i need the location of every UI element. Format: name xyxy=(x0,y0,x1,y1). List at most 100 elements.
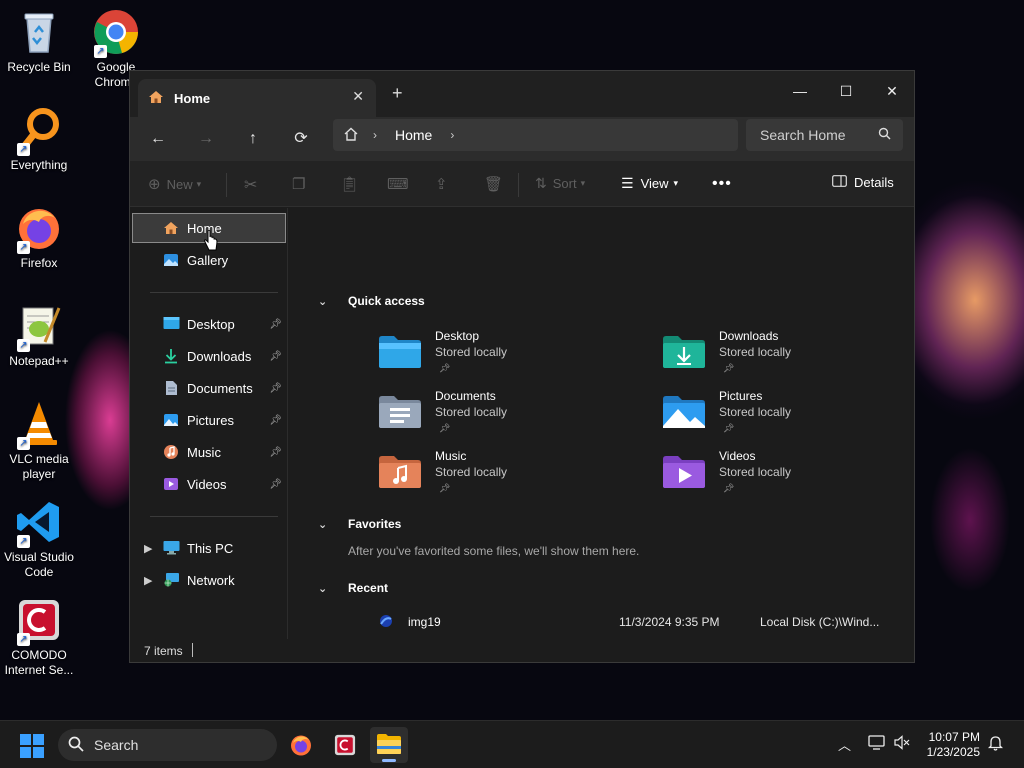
clock-time: 10:07 PM xyxy=(928,730,980,744)
desktop-icon-everything[interactable]: ↗ Everything xyxy=(0,106,78,173)
chevron-up-icon[interactable]: ︿ xyxy=(838,735,851,754)
comodo-icon xyxy=(334,734,356,756)
network-icon xyxy=(163,572,181,588)
view-button[interactable]: ☰ View ▾ xyxy=(621,175,678,192)
taskbar: Search ︿ 10:07 PM 1/23/2025 xyxy=(0,720,1024,768)
chevron-down-icon[interactable]: ⌄ xyxy=(318,582,327,595)
notepadpp-icon: ↗ xyxy=(15,302,63,352)
pin-icon[interactable]: 📌︎ xyxy=(269,351,282,362)
sidebar-item-videos[interactable]: Videos 📌︎ xyxy=(132,469,286,499)
close-tab-icon[interactable]: ✕ xyxy=(352,88,364,105)
desktop-icon-label: Recycle Bin xyxy=(7,60,71,74)
sidebar-item-network[interactable]: ▶ Network xyxy=(132,565,286,595)
desktop-icon-label: VLC media player xyxy=(9,452,69,481)
quick-access-pictures[interactable]: Pictures Stored locally 📌︎ xyxy=(662,389,922,445)
desktop-icon-vlc[interactable]: ↗ VLC media player xyxy=(0,400,78,482)
chevron-down-icon[interactable]: ⌄ xyxy=(318,518,327,531)
forward-button[interactable]: → xyxy=(190,125,222,153)
chevron-right-icon[interactable]: › xyxy=(450,128,454,142)
new-button[interactable]: ⊕ New ▾ xyxy=(148,175,201,193)
minimize-button[interactable]: — xyxy=(780,77,820,105)
sidebar-item-pictures[interactable]: Pictures 📌︎ xyxy=(132,405,286,435)
clock-date: 1/23/2025 xyxy=(926,745,980,759)
volume-muted-icon[interactable] xyxy=(894,735,910,753)
desktop-icon-label: COMODO Internet Se... xyxy=(4,648,74,677)
search-home-input[interactable]: Search Home xyxy=(746,119,903,151)
address-box[interactable]: › Home › xyxy=(333,119,738,151)
section-quick-access[interactable]: ⌄ Quick access xyxy=(318,294,425,308)
back-button[interactable]: ← xyxy=(142,125,174,153)
file-explorer-icon xyxy=(377,734,401,754)
mouse-cursor-icon xyxy=(203,229,219,255)
chevron-right-icon[interactable]: ▶ xyxy=(144,542,152,555)
desktop-icon-comodo[interactable]: ↗ COMODO Internet Se... xyxy=(0,596,78,678)
pictures-icon xyxy=(163,412,181,428)
desktop-icon-vscode[interactable]: ↗ Visual Studio Code xyxy=(0,498,78,580)
start-button[interactable] xyxy=(20,734,44,761)
search-icon xyxy=(878,127,891,143)
sidebar-item-documents[interactable]: Documents 📌︎ xyxy=(132,373,286,403)
rename-button[interactable]: ⌨ xyxy=(387,175,409,193)
close-window-button[interactable]: ✕ xyxy=(872,77,912,105)
desktop-icon-label: Visual Studio Code xyxy=(4,550,74,579)
taskbar-file-explorer[interactable] xyxy=(370,727,408,763)
network-status-icon[interactable] xyxy=(868,735,885,753)
refresh-button[interactable]: ⟳ xyxy=(285,125,317,153)
pin-icon[interactable]: 📌︎ xyxy=(269,319,282,330)
section-favorites[interactable]: ⌄ Favorites xyxy=(318,517,401,531)
recent-file-date: 11/3/2024 9:35 PM xyxy=(619,615,720,629)
breadcrumb-home[interactable]: Home xyxy=(395,127,432,143)
toolbar-divider xyxy=(226,173,227,197)
clock[interactable]: 10:07 PM 1/23/2025 xyxy=(927,730,980,760)
item-count: 7 items xyxy=(144,644,183,658)
up-button[interactable]: ↑ xyxy=(237,125,269,153)
desktop-icon-notepadpp[interactable]: ↗ Notepad++ xyxy=(0,302,78,369)
quick-access-videos[interactable]: Videos Stored locally 📌︎ xyxy=(662,449,922,505)
quick-access-music[interactable]: Music Stored locally 📌︎ xyxy=(378,449,638,505)
plus-circle-icon: ⊕ xyxy=(148,176,161,193)
home-icon xyxy=(163,220,181,236)
section-recent[interactable]: ⌄ Recent xyxy=(318,581,388,595)
more-options-button[interactable]: ••• xyxy=(712,175,732,193)
quick-access-desktop[interactable]: Desktop Stored locally 📌︎ xyxy=(378,329,638,385)
quick-access-documents[interactable]: Documents Stored locally 📌︎ xyxy=(378,389,638,445)
taskbar-search-box[interactable]: Search xyxy=(58,729,277,761)
pin-icon[interactable]: 📌︎ xyxy=(269,415,282,426)
downloads-folder-icon xyxy=(662,335,706,369)
desktop-icon-recycle-bin[interactable]: Recycle Bin xyxy=(0,8,78,75)
tab-home[interactable]: Home ✕ xyxy=(138,79,376,117)
taskbar-comodo[interactable] xyxy=(326,727,364,763)
chevron-down-icon: ▾ xyxy=(196,178,202,189)
new-tab-button[interactable]: + xyxy=(392,83,403,104)
notification-bell-icon[interactable] xyxy=(987,735,1004,754)
title-bar: Home ✕ + — ☐ ✕ xyxy=(130,71,914,117)
quick-access-downloads[interactable]: Downloads Stored locally 📌︎ xyxy=(662,329,922,385)
sidebar-item-this-pc[interactable]: ▶ This PC xyxy=(132,533,286,563)
recent-file-row[interactable]: img19 11/3/2024 9:35 PM Local Disk (C:)\… xyxy=(320,613,910,637)
copy-button[interactable]: ❐ xyxy=(292,175,305,193)
home-crumb-icon[interactable] xyxy=(343,126,359,145)
chevron-right-icon[interactable]: ▶ xyxy=(144,574,152,587)
chevron-right-icon[interactable]: › xyxy=(373,128,377,142)
sort-button[interactable]: ⇅ Sort ▾ xyxy=(535,175,585,192)
maximize-button[interactable]: ☐ xyxy=(826,77,866,105)
taskbar-firefox[interactable] xyxy=(282,727,320,763)
pin-icon[interactable]: 📌︎ xyxy=(269,383,282,394)
pin-icon[interactable]: 📌︎ xyxy=(269,479,282,490)
sidebar-item-music[interactable]: Music 📌︎ xyxy=(132,437,286,467)
command-bar: ⊕ New ▾ ✂ ❐ 📋︎ ⌨ ⇪ 🗑︎ ⇅ Sort ▾ ☰ View ▾ … xyxy=(130,161,914,207)
pin-icon[interactable]: 📌︎ xyxy=(269,447,282,458)
vscode-icon: ↗ xyxy=(15,498,63,548)
documents-folder-icon xyxy=(378,395,422,429)
sidebar-item-desktop[interactable]: Desktop 📌︎ xyxy=(132,309,286,339)
desktop-icon-firefox[interactable]: ↗ Firefox xyxy=(0,204,78,271)
delete-button[interactable]: 🗑︎ xyxy=(484,175,503,193)
paste-button[interactable]: 📋︎ xyxy=(340,175,359,193)
details-button[interactable]: Details xyxy=(832,175,894,190)
desktop-icon-label: Everything xyxy=(10,158,68,172)
share-button[interactable]: ⇪ xyxy=(435,175,448,193)
chevron-down-icon[interactable]: ⌄ xyxy=(318,295,327,308)
sidebar-item-downloads[interactable]: Downloads 📌︎ xyxy=(132,341,286,371)
recent-file-name: img19 xyxy=(408,615,441,629)
cut-button[interactable]: ✂ xyxy=(244,175,257,195)
